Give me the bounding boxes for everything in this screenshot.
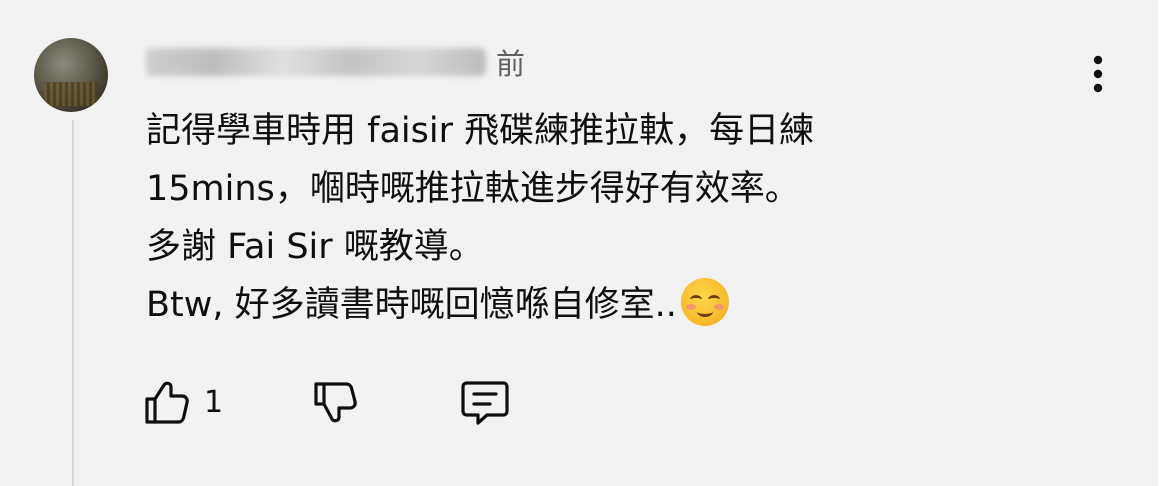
thumbs-down-icon <box>314 382 357 423</box>
dislike-button[interactable] <box>310 374 360 430</box>
page-edge <box>1158 0 1170 486</box>
comment-line: 記得學車時用 faisir 飛碟練推拉軚，每日練 <box>146 111 815 151</box>
thread-line <box>72 120 74 486</box>
avatar[interactable] <box>34 38 108 112</box>
comment-line: 多謝 Fai Sir 嘅教導。 <box>146 227 484 267</box>
smiling-face-with-blush-emoji <box>680 278 729 326</box>
comment-line: Btw, 好多讀書時嘅回憶喺自修室.. <box>146 285 677 325</box>
more-options-button[interactable] <box>1080 52 1116 96</box>
comment-line: 15mins，嗰時嘅推拉軚進步得好有效率。 <box>146 169 800 209</box>
reply-button[interactable] <box>458 374 512 430</box>
more-vertical-icon <box>1093 55 1103 93</box>
comment-text: 記得學車時用 faisir 飛碟練推拉軚，每日練 15mins，嗰時嘅推拉軚進步… <box>146 102 1106 334</box>
comment-page: 前 記得學車時用 faisir 飛碟練推拉軚，每日練 15mins，嗰時嘅推拉軚… <box>0 0 1170 486</box>
like-button[interactable]: 1 <box>142 374 223 430</box>
thumbs-up-icon <box>145 381 189 424</box>
comment-header: 前 <box>146 42 525 82</box>
comment-timestamp[interactable]: 前 <box>496 41 525 83</box>
like-count: 1 <box>204 384 224 420</box>
author-name-blurred[interactable] <box>146 48 486 76</box>
reply-icon <box>461 381 509 425</box>
comment-line-with-emoji: Btw, 好多讀書時嘅回憶喺自修室.. <box>146 276 1106 334</box>
